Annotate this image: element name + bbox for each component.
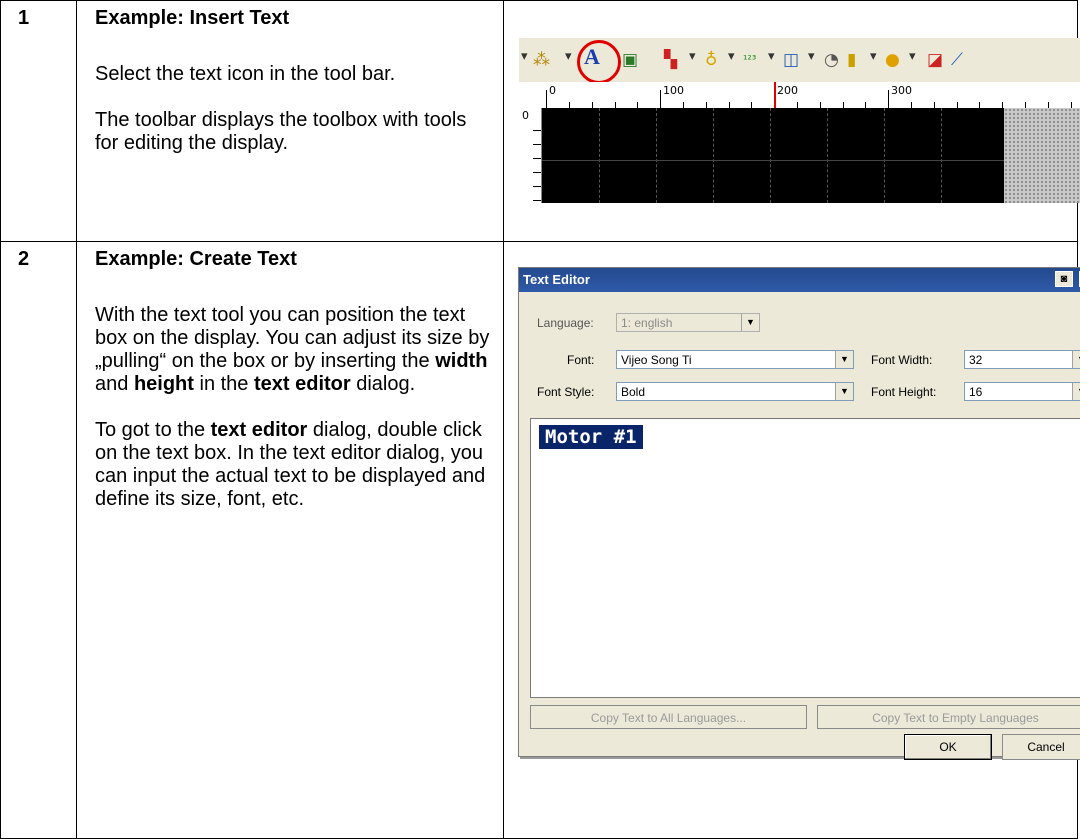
trend-icon[interactable]: ⟋ bbox=[951, 50, 963, 70]
font-width-select[interactable]: 32▼ bbox=[964, 350, 1080, 369]
font-width-label: Font Width: bbox=[871, 353, 933, 367]
numeric-icon[interactable]: ¹²³ bbox=[743, 50, 756, 70]
ruler-label: 100 bbox=[663, 84, 684, 97]
toolbar: ▾ ⁂ ▾ A ▣ ▚ ▾ ♁ ▾ ¹²³ ▾ ◫ ▾ ◔ ▮ ▾ ● ▾ ◪ … bbox=[519, 38, 1080, 84]
step-paragraph: Select the text icon in the tool bar. bbox=[95, 63, 396, 85]
dropdown-arrow-icon[interactable]: ▾ bbox=[728, 48, 735, 64]
chevron-down-icon: ▼ bbox=[835, 351, 853, 368]
meter-icon[interactable]: ● bbox=[885, 50, 900, 70]
ruler-label: 300 bbox=[891, 84, 912, 97]
dropdown-arrow-icon[interactable]: ▾ bbox=[565, 48, 572, 64]
vertical-ruler: 0 bbox=[519, 108, 542, 203]
step-number: 2 bbox=[0, 241, 77, 839]
dialog-title-bar: Text Editor ◙ ✕ bbox=[519, 268, 1080, 292]
ruler-label: 0 bbox=[549, 84, 556, 97]
dropdown-arrow-icon[interactable]: ▾ bbox=[870, 48, 877, 64]
step-title: Example: Insert Text bbox=[95, 7, 290, 29]
step-paragraph: With the text tool you can position the … bbox=[95, 304, 490, 395]
cursor-marker bbox=[774, 82, 776, 108]
dropdown-arrow-icon[interactable]: ▾ bbox=[768, 48, 775, 64]
ruler-label: 200 bbox=[777, 84, 798, 97]
help-icon[interactable]: ◙ bbox=[1055, 271, 1073, 287]
lamp-icon[interactable]: ♁ bbox=[705, 50, 717, 70]
toolbar-screenshot: ▾ ⁂ ▾ A ▣ ▚ ▾ ♁ ▾ ¹²³ ▾ ◫ ▾ ◔ ▮ ▾ ● ▾ ◪ … bbox=[519, 38, 1080, 203]
step-number: 1 bbox=[0, 0, 77, 242]
sparkle-icon[interactable]: ⁂ bbox=[533, 50, 550, 70]
window-icon[interactable]: ◫ bbox=[783, 50, 799, 70]
table-row: 1 Example: Insert Text Select the text i… bbox=[0, 0, 1080, 242]
document-page: 1 Example: Insert Text Select the text i… bbox=[0, 0, 1080, 839]
language-select[interactable]: 1: english ▼ bbox=[616, 313, 760, 332]
bar-icon[interactable]: ▮ bbox=[847, 50, 856, 70]
text-editor-dialog: Text Editor ◙ ✕ Language: 1: english▼ Fo… bbox=[518, 267, 1080, 760]
table-row: 2 Example: Create Text With the text too… bbox=[0, 241, 1080, 839]
dropdown-arrow-icon[interactable]: ▾ bbox=[808, 48, 815, 64]
font-height-label: Font Height: bbox=[871, 385, 937, 399]
canvas-outside-area bbox=[1004, 108, 1080, 203]
font-style-label: Font Style: bbox=[537, 385, 595, 399]
language-label: Language: bbox=[537, 316, 594, 330]
display-canvas[interactable] bbox=[542, 108, 1004, 203]
horizontal-ruler: 0 100 200 300 bbox=[519, 82, 1080, 109]
dropdown-arrow-icon[interactable]: ▾ bbox=[909, 48, 916, 64]
dialog-title: Text Editor bbox=[523, 272, 590, 287]
selected-text[interactable]: Motor #1 bbox=[539, 425, 643, 449]
dialog-screenshot-cell: Text Editor ◙ ✕ Language: 1: english▼ Fo… bbox=[503, 241, 1080, 839]
step-text-cell: Example: Insert Text Select the text ico… bbox=[76, 0, 504, 242]
copy-empty-languages-button[interactable]: Copy Text to Empty Languages bbox=[817, 705, 1080, 729]
step-title: Example: Create Text bbox=[95, 248, 297, 270]
step-paragraph: The toolbar displays the toolbox with to… bbox=[95, 109, 467, 154]
font-style-select[interactable]: Bold ▼ bbox=[616, 382, 854, 401]
palette-icon[interactable]: ▚ bbox=[664, 50, 677, 70]
chevron-down-icon: ▼ bbox=[835, 383, 853, 400]
chevron-down-icon: ▼ bbox=[1072, 383, 1080, 400]
font-select[interactable]: Vijeo Song Ti ▼ bbox=[616, 350, 854, 369]
cancel-button[interactable]: Cancel bbox=[1002, 734, 1080, 760]
instruction-table: 1 Example: Insert Text Select the text i… bbox=[0, 0, 1080, 839]
chevron-down-icon: ▼ bbox=[1072, 351, 1080, 368]
font-label: Font: bbox=[567, 353, 595, 367]
chevron-down-icon: ▼ bbox=[741, 314, 759, 331]
dropdown-arrow-icon[interactable]: ▾ bbox=[689, 48, 696, 64]
gauge-icon[interactable]: ◔ bbox=[824, 50, 839, 70]
dropdown-arrow-icon[interactable]: ▾ bbox=[521, 48, 528, 64]
step-paragraph: To got to the text editor dialog, double… bbox=[95, 419, 486, 510]
ok-button[interactable]: OK bbox=[904, 734, 992, 760]
copy-all-languages-button[interactable]: Copy Text to All Languages... bbox=[530, 705, 807, 729]
ruler-label: 0 bbox=[522, 109, 529, 122]
text-editor-area[interactable]: Motor #1 bbox=[530, 418, 1080, 698]
toolbar-screenshot-cell: ▾ ⁂ ▾ A ▣ ▚ ▾ ♁ ▾ ¹²³ ▾ ◫ ▾ ◔ ▮ ▾ ● ▾ ◪ … bbox=[503, 0, 1080, 242]
highlight-circle bbox=[577, 40, 621, 84]
font-height-select[interactable]: 16▼ bbox=[964, 382, 1080, 401]
step-text-cell: Example: Create Text With the text tool … bbox=[76, 241, 504, 839]
picture-icon[interactable]: ◪ bbox=[927, 50, 943, 70]
bitmap-icon[interactable]: ▣ bbox=[622, 50, 638, 70]
